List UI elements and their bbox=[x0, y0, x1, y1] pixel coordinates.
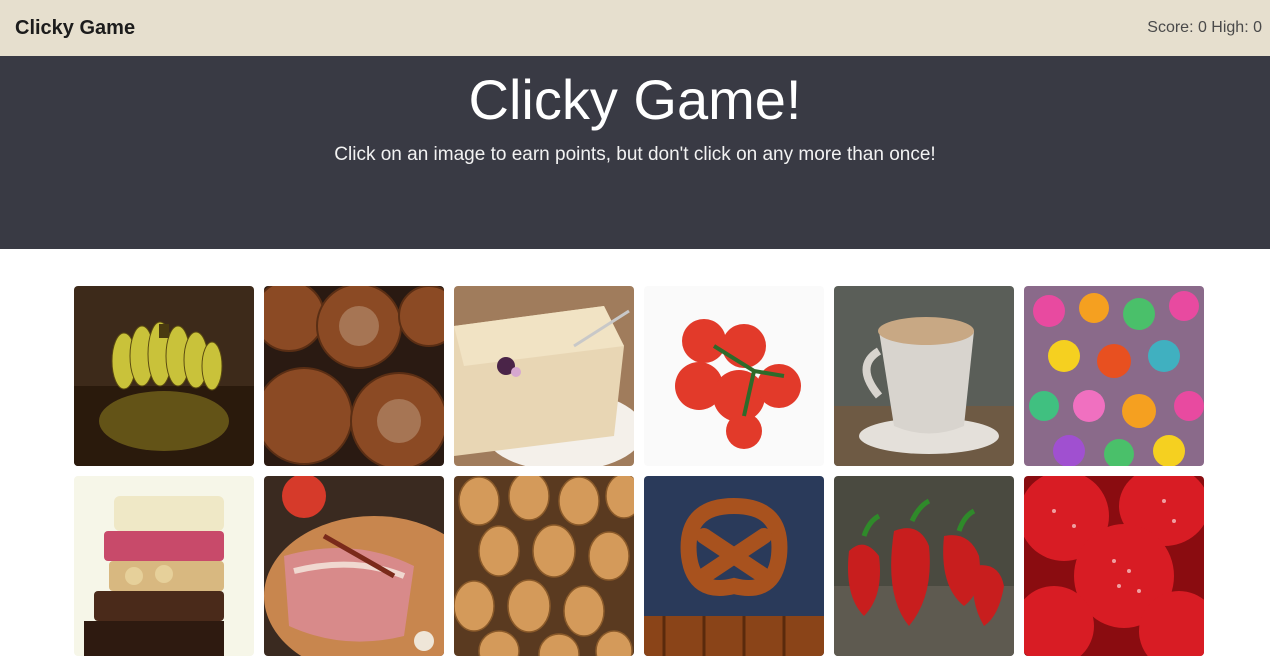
cheesecake-image bbox=[454, 286, 634, 466]
tile-cappuccino[interactable] bbox=[834, 286, 1014, 466]
tile-pretzels[interactable] bbox=[644, 476, 824, 656]
tile-strawberries[interactable] bbox=[1024, 476, 1204, 656]
bread-image bbox=[264, 286, 444, 466]
tile-peppers[interactable] bbox=[834, 476, 1014, 656]
header-banner: Clicky Game! Click on an image to earn p… bbox=[0, 56, 1270, 249]
cappuccino-image bbox=[834, 286, 1014, 466]
tile-candies[interactable] bbox=[1024, 286, 1204, 466]
navbar: Clicky Game Score: 0 High: 0 bbox=[0, 0, 1270, 56]
page-title: Clicky Game! bbox=[468, 68, 802, 131]
meat-image bbox=[264, 476, 444, 656]
tile-meat[interactable] bbox=[264, 476, 444, 656]
strawberries-image bbox=[1024, 476, 1204, 656]
image-grid bbox=[74, 286, 1204, 656]
tile-cheesecake[interactable] bbox=[454, 286, 634, 466]
tomatoes-image bbox=[644, 286, 824, 466]
tile-onions[interactable] bbox=[454, 476, 634, 656]
score-display: Score: 0 High: 0 bbox=[1147, 19, 1262, 36]
instructions: Click on an image to earn points, but do… bbox=[334, 144, 936, 165]
tile-chocolate[interactable] bbox=[74, 476, 254, 656]
brand-title[interactable]: Clicky Game bbox=[15, 17, 135, 40]
candies-image bbox=[1024, 286, 1204, 466]
tile-bread[interactable] bbox=[264, 286, 444, 466]
pretzels-image bbox=[644, 476, 824, 656]
bananas-image bbox=[74, 286, 254, 466]
tile-bananas[interactable] bbox=[74, 286, 254, 466]
onions-image bbox=[454, 476, 634, 656]
tile-tomatoes[interactable] bbox=[644, 286, 824, 466]
peppers-image bbox=[834, 476, 1014, 656]
chocolate-image bbox=[74, 476, 254, 656]
